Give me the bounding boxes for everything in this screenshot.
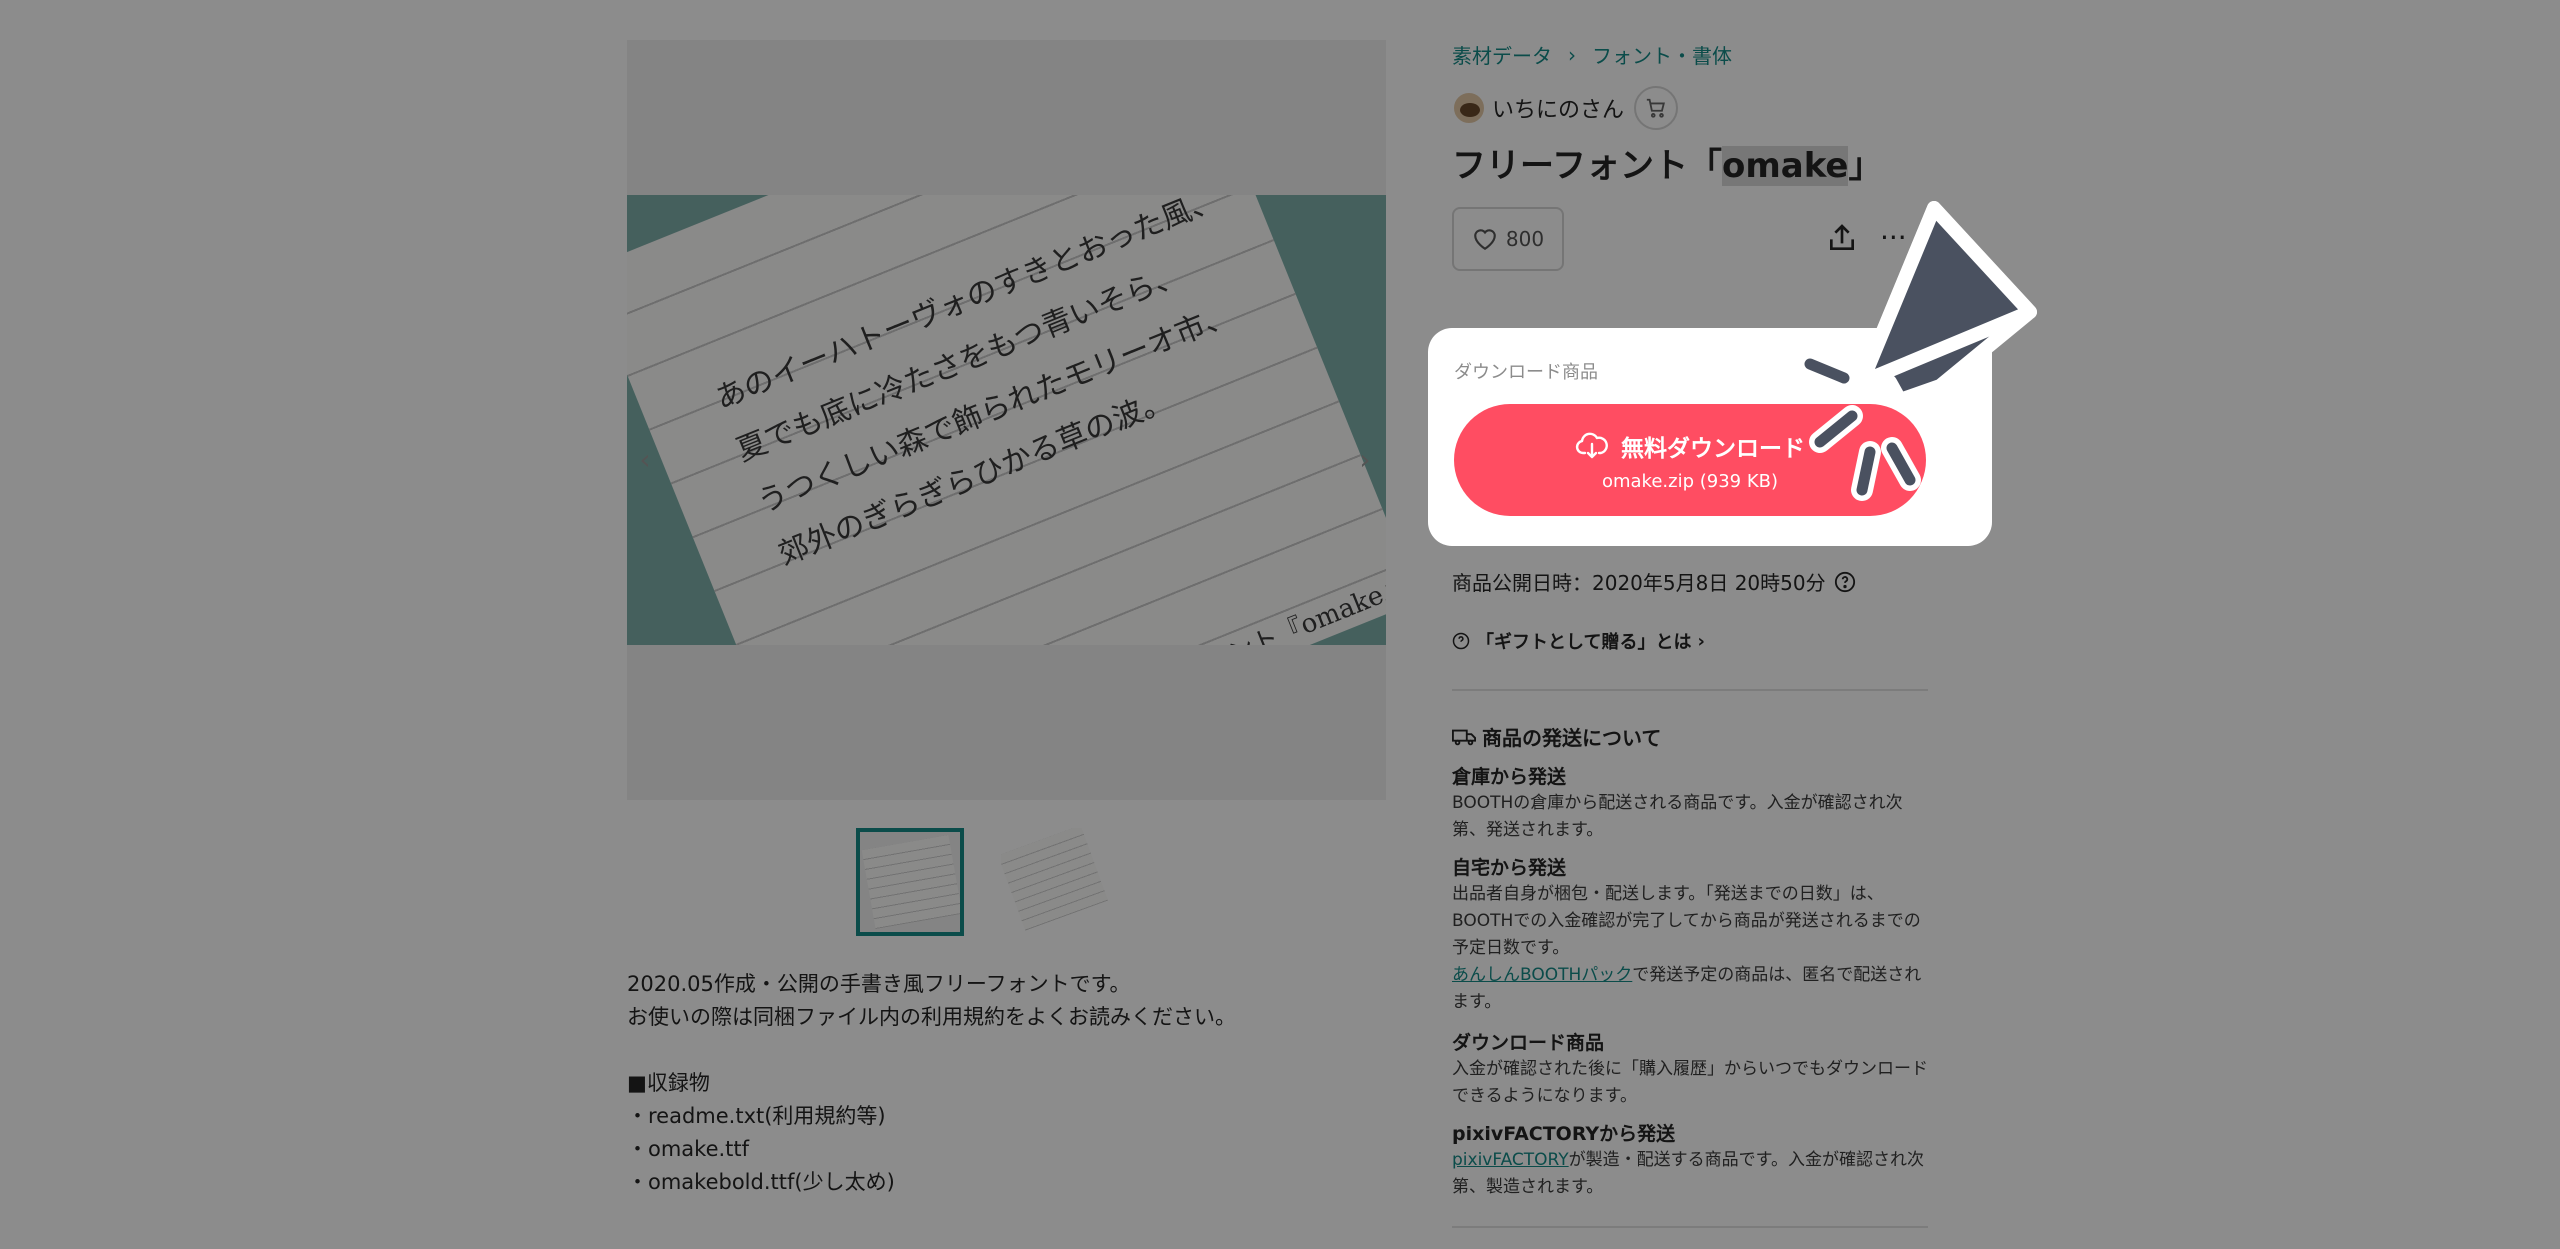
divider — [1452, 689, 1928, 691]
download-section-label: ダウンロード商品 — [1454, 362, 1598, 383]
publish-date-text: 商品公開日時：2020年5月8日 20時50分 — [1452, 571, 1826, 595]
shipping-factory: pixivFACTORYから発送 pixivFACTORYが製造・配送する商品で… — [1452, 1121, 1928, 1201]
shop-avatar[interactable] — [1452, 91, 1486, 125]
download-button-label: 無料ダウンロード — [1621, 435, 1805, 462]
gift-link-text: 「ギフトとして贈る」とは — [1476, 632, 1692, 653]
next-image-arrow-icon[interactable]: › — [1355, 445, 1375, 475]
shop-info: いちにのさん — [1452, 86, 1679, 130]
shop-name[interactable]: いちにのさん — [1492, 92, 1624, 124]
title-prefix: フリーフォント「 — [1452, 146, 1722, 186]
question-circle-icon — [1452, 632, 1470, 650]
divider — [1452, 1226, 1928, 1228]
shipping-text: 入金が確認された後に「購入履歴」からいつでもダウンロードできるようになります。 — [1452, 1059, 1928, 1106]
chevron-right-icon: › — [1568, 42, 1576, 67]
like-button[interactable]: 800 — [1452, 207, 1564, 271]
gift-info-link[interactable]: 「ギフトとして贈る」とは › — [1452, 628, 1705, 654]
cart-icon — [1646, 98, 1665, 118]
download-button-label-row: 無料ダウンロード — [1575, 429, 1805, 463]
shipping-title: 自宅から発送 — [1452, 857, 1567, 879]
anshin-booth-pack-link[interactable]: あんしんBOOTHパック — [1452, 965, 1632, 985]
shipping-text: あんしんBOOTHパックで発送予定の商品は、匿名で配送されます。 — [1452, 962, 1928, 1016]
contents-item: ・readme.txt(利用規約等) — [627, 1104, 886, 1128]
shipping-text: BOOTHの倉庫から配送される商品です。入金が確認され次第、発送されます。 — [1452, 793, 1903, 840]
shipping-home: 自宅から発送 出品者自身が梱包・配送します。「発送までの日数」は、BOOTHでの… — [1452, 855, 1928, 1016]
chevron-right-icon: › — [1697, 630, 1705, 652]
pixiv-factory-link[interactable]: pixivFACTORY — [1452, 1150, 1569, 1170]
contents-heading: ■収録物 — [627, 1071, 710, 1095]
product-page: あのイーハトーヴォのすきとおった風、 夏でも底に冷たさをもつ青いそら、 うつくし… — [0, 0, 2560, 1249]
thumbnail-preview — [861, 834, 960, 930]
cloud-download-icon — [1575, 432, 1608, 458]
shipping-text: 出品者自身が梱包・配送します。「発送までの日数」は、BOOTHでの入金確認が完了… — [1452, 884, 1921, 958]
shipping-heading: 商品の発送について — [1452, 722, 1661, 751]
thumbnail-2[interactable] — [1001, 828, 1109, 936]
shipping-heading-text: 商品の発送について — [1482, 726, 1662, 750]
heart-icon — [1474, 229, 1496, 251]
prev-image-arrow-icon[interactable]: ‹ — [635, 445, 655, 475]
help-icon[interactable] — [1834, 571, 1856, 593]
description-line: 2020.05作成・公開の手書き風フリーフォントです。 — [627, 972, 1131, 996]
publish-date: 商品公開日時：2020年5月8日 20時50分 — [1452, 567, 1856, 596]
breadcrumb-item[interactable]: フォント・書体 — [1592, 40, 1732, 69]
contents-item: ・omake.ttf — [627, 1137, 750, 1161]
thumbnail-preview — [1001, 828, 1109, 931]
product-description: 2020.05作成・公開の手書き風フリーフォントです。 お使いの際は同梱ファイル… — [627, 968, 1387, 1199]
truck-icon — [1452, 729, 1476, 745]
like-count: 800 — [1505, 227, 1545, 251]
contents-item: ・omakebold.ttf(少し太め) — [627, 1170, 895, 1194]
shipping-warehouse: 倉庫から発送 BOOTHの倉庫から配送される商品です。入金が確認され次第、発送さ… — [1452, 764, 1928, 844]
product-main-image[interactable]: あのイーハトーヴォのすきとおった風、 夏でも底に冷たさをもつ青いそら、 うつくし… — [627, 40, 1386, 800]
shipping-title: ダウンロード商品 — [1452, 1032, 1605, 1054]
thumbnail-1[interactable] — [856, 828, 964, 936]
description-line: お使いの際は同梱ファイル内の利用規約をよくお読みください。 — [627, 1005, 1236, 1029]
download-file-info: omake.zip (939 KB) — [1601, 470, 1779, 492]
breadcrumb: 素材データ › フォント・書体 — [1452, 40, 1732, 69]
shop-cart-button[interactable] — [1634, 86, 1679, 130]
shipping-title: 倉庫から発送 — [1452, 766, 1567, 788]
font-sample-photo: あのイーハトーヴォのすきとおった風、 夏でも底に冷たさをもつ青いそら、 うつくし… — [627, 195, 1386, 645]
shipping-title: pixivFACTORYから発送 — [1452, 1123, 1676, 1145]
breadcrumb-item[interactable]: 素材データ — [1452, 40, 1552, 69]
shipping-download: ダウンロード商品 入金が確認された後に「購入履歴」からいつでもダウンロードできる… — [1452, 1030, 1928, 1110]
cursor-pointer-icon — [1799, 201, 2037, 501]
shipping-text: pixivFACTORYが製造・配送する商品です。入金が確認され次第、製造されま… — [1452, 1147, 1928, 1201]
